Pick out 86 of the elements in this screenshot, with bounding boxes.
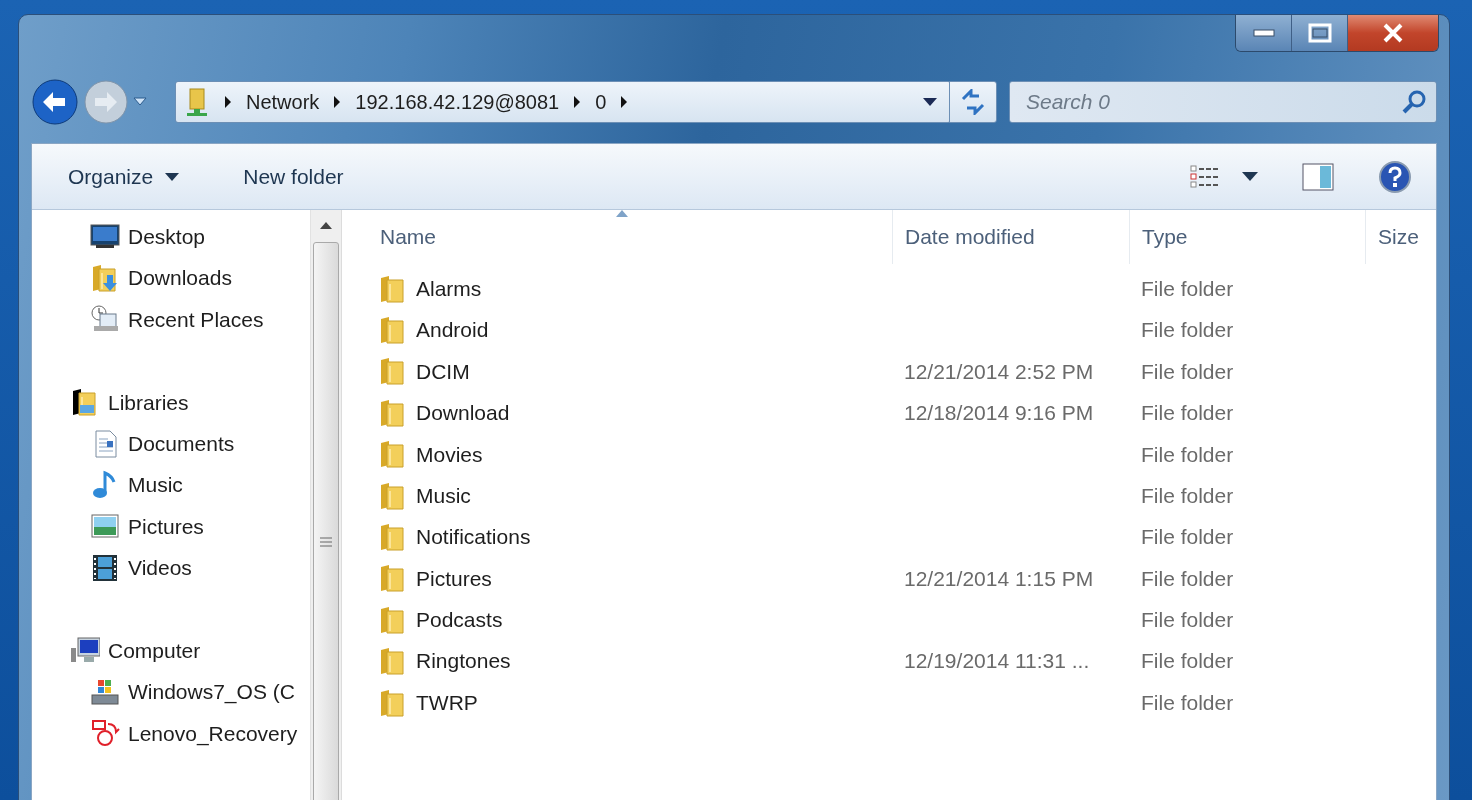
folder-icon [378, 646, 406, 677]
file-type: File folder [1141, 649, 1234, 673]
minimize-icon [1252, 29, 1275, 37]
nav-item-label: Desktop [128, 223, 206, 250]
organize-button[interactable]: Organize [58, 156, 190, 197]
file-name[interactable]: Movies [416, 438, 483, 470]
chevron-icon [224, 96, 232, 108]
scrollbar[interactable] [310, 210, 342, 800]
file-type: File folder [1141, 690, 1234, 714]
file-type: File folder [1141, 483, 1234, 507]
file-name[interactable]: DCIM [416, 355, 470, 388]
folder-icon [378, 273, 406, 304]
nav-item-label: Music [128, 472, 183, 499]
folder-icon [378, 522, 406, 553]
file-type: File folder [1141, 401, 1234, 425]
downloads-icon [90, 263, 120, 294]
file-type: File folder [1141, 525, 1234, 549]
nav-item-label: Videos [128, 555, 192, 582]
maximize-icon [1307, 23, 1332, 43]
chevron-icon [620, 96, 629, 108]
date-modified: 12/21/2014 1:15 PM [904, 566, 1094, 590]
back-button[interactable] [31, 78, 79, 126]
file-name[interactable]: TWRP [416, 686, 478, 719]
chevron-icon [573, 96, 582, 108]
refresh-icon [959, 89, 987, 115]
column-header[interactable]: Name [378, 210, 892, 264]
folder-icon [378, 604, 406, 635]
folder-icon [378, 439, 406, 470]
file-name[interactable]: Music [416, 479, 471, 512]
breadcrumb-item[interactable]: 192.168.42.129@8081 [355, 87, 560, 117]
view-options-icon[interactable] [1190, 164, 1220, 189]
file-name[interactable]: Alarms [416, 272, 482, 305]
breadcrumb-item[interactable]: 0 [595, 87, 607, 117]
nav-item-label: Documents [128, 430, 235, 457]
preview-pane-icon[interactable] [1302, 162, 1334, 191]
breadcrumb-item[interactable]: Network [246, 87, 320, 117]
drive-icon [90, 677, 120, 707]
maximize-button[interactable] [1292, 15, 1348, 51]
new-folder-button[interactable]: New folder [233, 156, 354, 197]
recent-pages-icon[interactable] [133, 97, 147, 107]
column-header[interactable]: Type [1129, 210, 1365, 264]
network-location-icon [184, 87, 210, 117]
nav-item-label: Computer [108, 637, 201, 664]
nav-item-label: Pictures [128, 513, 204, 540]
column-header[interactable]: Date modified [892, 210, 1129, 264]
column-header[interactable]: Size [1365, 210, 1419, 264]
caret-icon[interactable] [1242, 172, 1258, 181]
file-name[interactable]: Download [416, 397, 510, 429]
date-modified: 12/21/2014 2:52 PM [904, 359, 1094, 383]
help-icon[interactable] [1378, 159, 1412, 194]
close-button[interactable] [1348, 15, 1438, 51]
nav-item-label: Libraries [108, 389, 189, 416]
folder-icon [378, 315, 406, 346]
folder-icon [378, 356, 406, 387]
folder-icon [378, 687, 406, 718]
file-name[interactable]: Notifications [416, 521, 531, 553]
file-name[interactable]: Ringtones [416, 645, 511, 677]
nav-item-label: Downloads [128, 265, 232, 292]
dropdown-icon[interactable] [922, 97, 938, 107]
file-name[interactable]: Pictures [416, 562, 492, 595]
file-type: File folder [1141, 359, 1234, 383]
nav-item-label: Windows7_OS (C [128, 679, 295, 706]
search-field[interactable]: Search 0 [1009, 81, 1437, 123]
recovery-drive-icon [90, 718, 120, 749]
address-bar[interactable]: Network 192.168.42.129@8081 0 [175, 81, 951, 123]
file-type: File folder [1141, 442, 1234, 466]
date-modified: 12/18/2014 9:16 PM [904, 401, 1094, 425]
file-name[interactable]: Android [416, 314, 489, 346]
folder-icon [378, 563, 406, 594]
nav-item-label: Recent Places [128, 306, 264, 333]
folder-icon [378, 480, 406, 511]
file-type: File folder [1141, 276, 1234, 300]
file-type: File folder [1141, 318, 1234, 342]
refresh-button[interactable] [949, 81, 997, 123]
search-icon [1401, 89, 1427, 115]
file-type: File folder [1141, 608, 1234, 632]
chevron-icon [333, 96, 342, 108]
date-modified: 12/19/2014 11:31 ... [904, 649, 1090, 673]
minimize-button[interactable] [1236, 15, 1292, 51]
folder-icon [378, 397, 406, 428]
videos-icon [90, 552, 120, 583]
nav-item-label: Lenovo_Recovery [128, 720, 298, 748]
file-name[interactable]: Podcasts [416, 604, 503, 636]
grip-icon [319, 535, 333, 549]
close-icon [1381, 23, 1405, 43]
file-type: File folder [1141, 566, 1234, 590]
